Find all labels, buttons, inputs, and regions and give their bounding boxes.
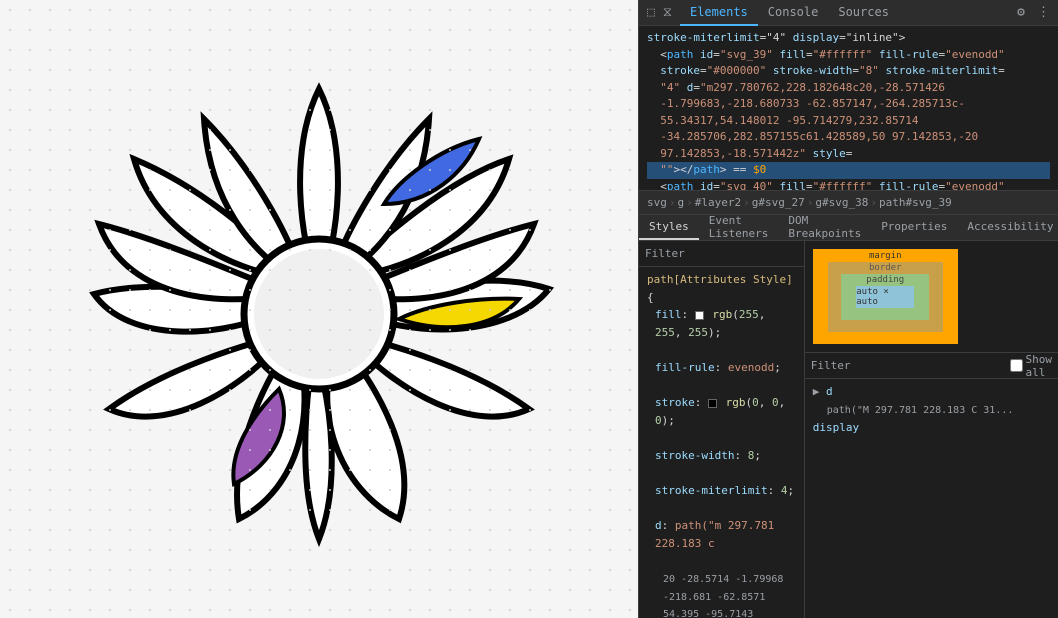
breadcrumb-sep-2: › [686, 196, 693, 209]
right-filter-input[interactable] [857, 359, 1004, 372]
tree-item-path: path("M 297.781 228.183 C 31... [813, 401, 1050, 419]
border-label: border [869, 263, 902, 273]
css-selector: path[Attributes Style] { [647, 273, 793, 304]
devtools-tabs: Elements Console Sources [680, 0, 1013, 26]
inspect-icon[interactable]: ⬚ [643, 5, 659, 20]
breadcrumb-svg39[interactable]: path#svg_39 [879, 196, 952, 209]
show-all-label: Show all [1010, 353, 1053, 379]
devtools-tab-end: ⚙ ⋮ [1013, 5, 1054, 20]
styles-content: Filter :hov .cls + path[Attributes Style… [639, 241, 1058, 618]
devtools-panel: ⬚ ⧖ Elements Console Sources ⚙ ⋮ stroke-… [638, 0, 1058, 618]
breadcrumb-svg27[interactable]: g#svg_27 [752, 196, 805, 209]
filter-input[interactable] [691, 247, 805, 260]
dot-grid-background [0, 0, 638, 618]
breadcrumb-layer2[interactable]: #layer2 [695, 196, 741, 209]
css-property-fill-rule: fill-rule: evenodd; [647, 359, 796, 377]
devtools-topbar: ⬚ ⧖ Elements Console Sources ⚙ ⋮ [639, 0, 1058, 26]
box-model-border: border padding auto × auto [828, 262, 943, 332]
box-model-padding: padding auto × auto [841, 274, 929, 320]
tree-path-value: path("M 297.781 228.183 C 31... [813, 405, 1014, 416]
tree-label-d: d [826, 385, 833, 398]
css-property-stroke-miterlimit: stroke-miterlimit: 4; [647, 482, 796, 500]
css-property-fill: fill: rgb(255, 255, 255); [647, 306, 796, 341]
breadcrumb-sep-5: › [870, 196, 877, 209]
breadcrumb-sep-1: › [669, 196, 676, 209]
css-path-data-3: 54.395 -95.7143 232.857 [647, 609, 753, 618]
right-tree-area[interactable]: ▶ d path("M 297.781 228.183 C 31... disp… [805, 379, 1058, 618]
stroke-color-swatch[interactable] [708, 399, 717, 408]
canvas-panel [0, 0, 638, 618]
breadcrumb-sep-3: › [743, 196, 750, 209]
fill-color-swatch[interactable] [695, 311, 704, 320]
device-icon[interactable]: ⧖ [659, 5, 676, 20]
more-icon[interactable]: ⋮ [1033, 5, 1054, 20]
tree-item-display: display [813, 419, 1050, 437]
padding-label: padding [866, 275, 904, 285]
filter-bar: Filter :hov .cls + [639, 241, 804, 267]
show-all-checkbox[interactable] [1010, 359, 1023, 372]
css-property-stroke-width: stroke-width: 8; [647, 447, 796, 465]
tree-item-d[interactable]: ▶ d [813, 383, 1050, 401]
tab-event-listeners[interactable]: Event Listeners [699, 215, 779, 240]
styles-right: margin border padding auto × auto Filter [805, 241, 1058, 618]
tab-sources[interactable]: Sources [828, 0, 899, 26]
css-property-stroke: stroke: rgb(0, 0, 0); [647, 394, 796, 429]
right-filter-bar: Filter Show all [805, 353, 1058, 379]
styles-tabs-bar: Styles Event Listeners DOM Breakpoints P… [639, 215, 1058, 241]
breadcrumb-svg[interactable]: svg [647, 196, 667, 209]
tab-dom-breakpoints[interactable]: DOM Breakpoints [778, 215, 871, 240]
tab-properties[interactable]: Properties [871, 215, 957, 240]
styles-left: Filter :hov .cls + path[Attributes Style… [639, 241, 805, 618]
tree-label-display: display [813, 421, 859, 434]
breadcrumb-bar: svg › g › #layer2 › g#svg_27 › g#svg_38 … [639, 191, 1058, 215]
tree-expand-d[interactable]: ▶ [813, 385, 820, 398]
box-model-margin: margin border padding auto × auto [813, 249, 958, 344]
css-path-data-2: -218.681 -62.8571 [647, 592, 765, 603]
right-filter-label: Filter [811, 359, 851, 372]
html-code-area[interactable]: stroke-miterlimit="4" display="inline"> … [639, 26, 1058, 191]
css-path-data-1: 20 -28.5714 -1.79968 [647, 574, 783, 585]
tab-accessibility[interactable]: Accessibility [957, 215, 1058, 240]
margin-label: margin [869, 251, 902, 261]
filter-label: Filter [645, 247, 685, 260]
tab-elements[interactable]: Elements [680, 0, 758, 26]
box-model-content: auto × auto [856, 286, 914, 308]
tab-console[interactable]: Console [758, 0, 829, 26]
breadcrumb-g[interactable]: g [678, 196, 685, 209]
breadcrumb-svg38[interactable]: g#svg_38 [815, 196, 868, 209]
breadcrumb-sep-4: › [807, 196, 814, 209]
css-property-d: d: path("m 297.781 228.183 c [647, 517, 796, 552]
css-rules-area[interactable]: path[Attributes Style] { fill: rgb(255, … [639, 267, 804, 618]
tab-styles[interactable]: Styles [639, 215, 699, 240]
box-model-area: margin border padding auto × auto [805, 241, 1058, 353]
settings-icon[interactable]: ⚙ [1013, 5, 1029, 20]
